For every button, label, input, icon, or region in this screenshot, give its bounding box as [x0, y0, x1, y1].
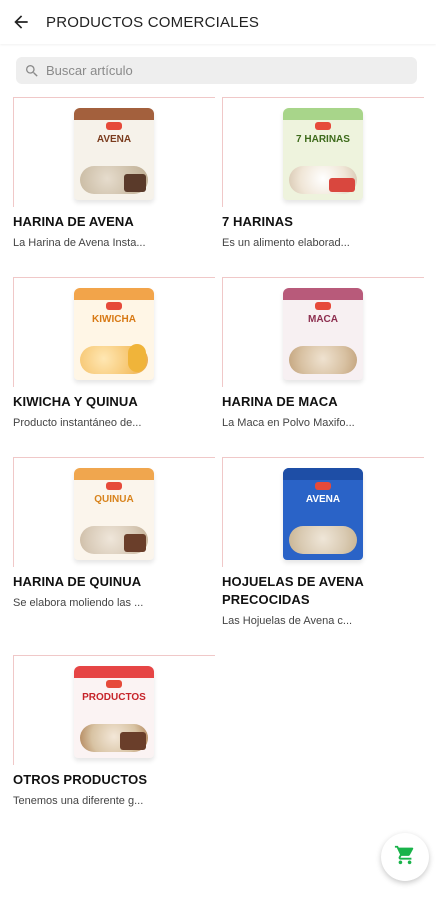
product-description: Se elabora moliendo las ... — [13, 597, 144, 609]
product-title[interactable]: HARINA DE AVENA — [13, 213, 223, 231]
product-description: Producto instantáneo de... — [13, 417, 142, 429]
product-image[interactable]: KIWICHA — [13, 277, 215, 387]
product-title[interactable]: HARINA DE MACA — [222, 393, 432, 411]
product-title[interactable]: HARINA DE QUINUA — [13, 573, 223, 591]
product-image[interactable]: AVENA — [222, 457, 424, 567]
product-image[interactable]: MACA — [222, 277, 424, 387]
search-input[interactable] — [46, 63, 406, 78]
product-title[interactable]: HOJUELAS DE AVENA PRECOCIDAS — [222, 573, 432, 609]
product-title[interactable]: KIWICHA Y QUINUA — [13, 393, 223, 411]
product-image[interactable]: 7 HARINAS — [222, 97, 424, 207]
page-title: PRODUCTOS COMERCIALES — [46, 13, 260, 31]
arrow-back-icon[interactable] — [10, 11, 32, 33]
product-title[interactable]: 7 HARINAS — [222, 213, 432, 231]
search-bar[interactable] — [16, 57, 417, 84]
product-image[interactable]: AVENA — [13, 97, 215, 207]
product-description: La Harina de Avena Insta... — [13, 237, 146, 249]
product-image[interactable]: QUINUA — [13, 457, 215, 567]
product-description: Tenemos una diferente g... — [13, 795, 144, 807]
app-bar: PRODUCTOS COMERCIALES — [0, 0, 436, 44]
product-image[interactable]: PRODUCTOS — [13, 655, 215, 765]
cart-fab[interactable] — [381, 833, 429, 881]
product-description: Las Hojuelas de Avena c... — [222, 615, 353, 627]
shopping-cart-icon — [394, 844, 416, 871]
product-description: La Maca en Polvo Maxifo... — [222, 417, 355, 429]
product-description: Es un alimento elaborad... — [222, 237, 350, 249]
product-title[interactable]: OTROS PRODUCTOS — [13, 771, 223, 789]
search-icon — [24, 63, 40, 79]
